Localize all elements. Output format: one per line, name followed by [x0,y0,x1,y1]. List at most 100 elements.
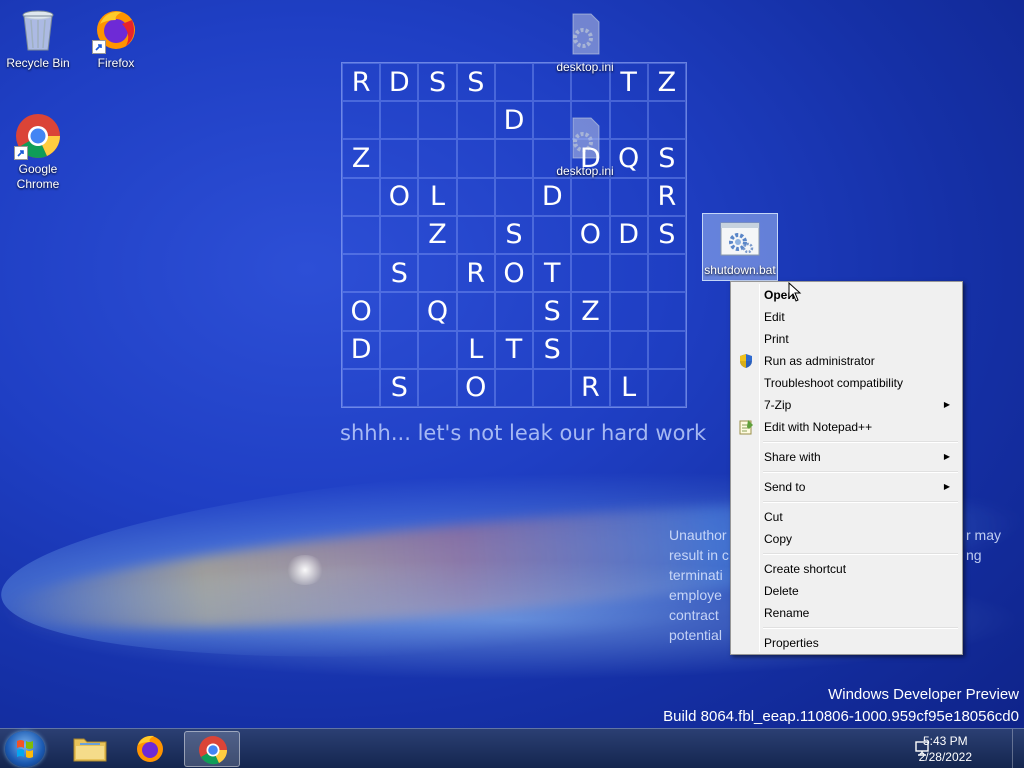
grid-cell [647,330,686,369]
menu-item-label: Run as administrator [764,354,875,368]
grid-cell [533,368,572,407]
menu-item-print[interactable]: Print [733,328,960,350]
menu-item-label: Rename [764,606,810,620]
watermark-title: Windows Developer Preview [828,686,1019,703]
grid-cell [380,330,419,369]
grid-cell: L [609,368,648,407]
grid-cell: T [533,254,572,293]
menu-item-properties[interactable]: Properties [733,632,960,654]
grid-cell [418,139,457,178]
firefox-icon [137,735,163,762]
grid-cell: T [609,63,648,102]
menu-item-edit[interactable]: Edit [733,306,960,328]
grid-cell: Z [647,63,686,102]
desktop-icon-label: shutdown.bat [704,263,776,277]
grid-cell [533,215,572,255]
grid-cell [456,139,495,178]
grid-cell: O [342,292,381,331]
menu-item-label: Delete [764,584,799,598]
grid-cell: Z [418,215,457,255]
menu-item-copy[interactable]: Copy [733,528,960,550]
menu-item-delete[interactable]: Delete [733,580,960,602]
menu-separator [733,550,960,558]
grid-cell: S [533,292,572,331]
menu-item-label: Cut [764,510,783,524]
grid-cell [647,101,686,140]
grid-cell: D [494,101,534,140]
grid-cell: S [418,63,457,102]
menu-item-label: Share with [764,450,821,464]
grid-cell [342,254,381,293]
grid-cell [456,292,495,331]
grid-cell: R [456,254,495,293]
taskbar-file-explorer[interactable] [62,731,118,767]
watermark-build: Build 8064.fbl_eeap.110806-1000.959cf95e… [663,708,1019,725]
grid-cell: S [647,139,686,178]
grid-cell [571,177,610,216]
grid-cell: L [456,330,495,369]
grid-cell: R [342,63,381,102]
grid-cell: Q [418,292,457,331]
grid-cell: D [609,215,648,255]
menu-item-troubleshoot-compatibility[interactable]: Troubleshoot compatibility [733,372,960,394]
chrome-icon [199,736,228,765]
desktop-icon-shutdown-bat[interactable]: shutdown.bat [702,213,778,281]
grid-cell: D [342,330,381,369]
desktop-icon-firefox[interactable]: Firefox [78,6,154,71]
menu-item-label: Print [764,332,789,346]
grid-cell [380,215,419,255]
menu-item-run-as-administrator[interactable]: Run as administrator [733,350,960,372]
grid-cell: Z [571,292,610,331]
taskbar-firefox[interactable] [122,731,178,767]
desktop-icon-label: Google Chrome [16,162,60,191]
grid-cell: L [418,177,457,216]
grid-cell [494,177,534,216]
batch-file-icon [718,217,762,261]
grid-cell [418,101,457,140]
menu-item-edit-with-notepadpp[interactable]: Edit with Notepad++ [733,416,960,438]
menu-item-label: Send to [764,480,806,494]
grid-cell [342,177,381,216]
desktop-icon-google-chrome[interactable]: Google Chrome [0,112,76,192]
menu-item-rename[interactable]: Rename [733,602,960,624]
menu-item-send-to[interactable]: Send to ▶ [733,476,960,498]
grid-cell: O [494,254,534,293]
folder-icon [73,738,107,762]
context-menu: Open Edit Print Run as administrator Tro… [730,281,963,655]
grid-cell [418,368,457,407]
grid-cell [609,177,648,216]
grid-cell [456,101,495,140]
grid-cell: S [380,368,419,407]
taskbar-clock[interactable]: 5:43 PM 2/28/2022 [919,733,972,765]
grid-cell [342,215,381,255]
menu-item-label: Create shortcut [764,562,847,576]
menu-item-7zip[interactable]: 7-Zip ▶ [733,394,960,416]
grid-cell: S [380,254,419,293]
desktop-icon-recycle-bin[interactable]: Recycle Bin [0,6,76,71]
grid-cell [533,101,572,140]
grid-cell: O [571,215,610,255]
menu-item-cut[interactable]: Cut [733,506,960,528]
firefox-icon [92,6,140,54]
grid-cell [380,139,419,178]
start-button[interactable] [5,731,45,767]
grid-cell: S [494,215,534,255]
grid-cell [342,101,381,140]
taskbar: 5:43 PM 2/28/2022 [0,728,1024,768]
menu-item-create-shortcut[interactable]: Create shortcut [733,558,960,580]
uac-shield-icon [738,353,754,369]
wallpaper-glow [285,555,325,585]
shortcut-arrow-icon [92,40,106,54]
notice-line: ng [966,547,982,563]
submenu-arrow-icon: ▶ [943,452,950,461]
grid-cell [494,139,534,178]
menu-item-open[interactable]: Open [733,284,960,306]
menu-separator [733,624,960,632]
grid-cell [609,254,648,293]
grid-cell [647,254,686,293]
menu-item-label: Edit [764,310,785,324]
show-desktop-button[interactable] [1012,729,1024,768]
grid-cell [456,215,495,255]
taskbar-chrome[interactable] [184,731,240,767]
menu-item-share-with[interactable]: Share with ▶ [733,446,960,468]
